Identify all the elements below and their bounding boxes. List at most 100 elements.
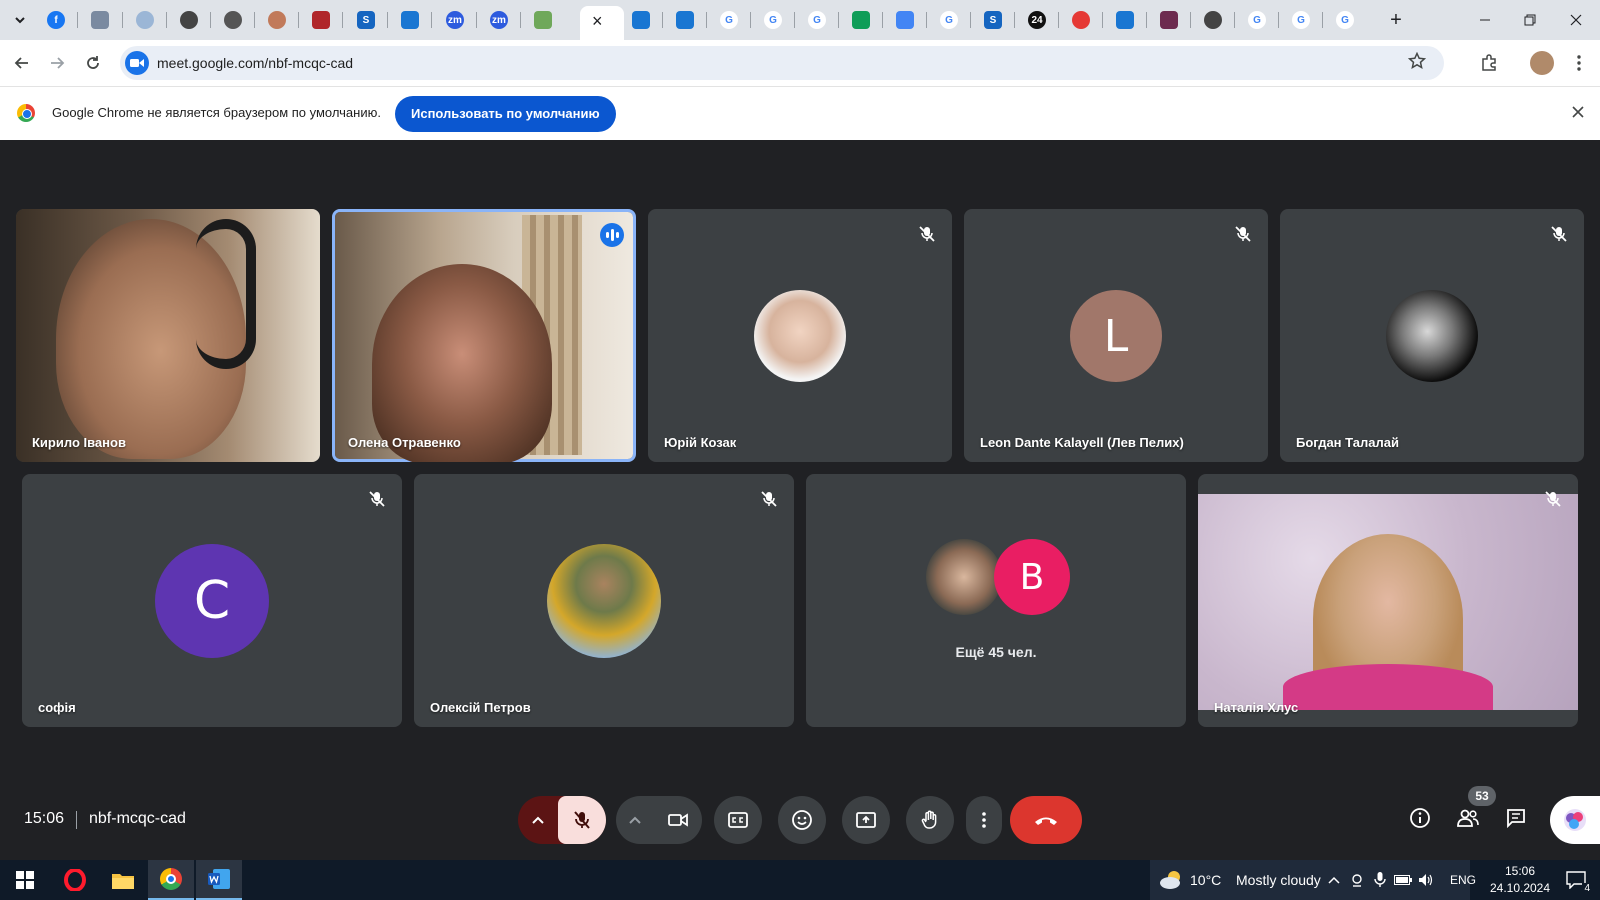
reactions-button[interactable]: [778, 796, 826, 844]
image-tab-icon[interactable]: [534, 11, 552, 29]
google-tab-icon[interactable]: G: [720, 11, 738, 29]
google-tab-icon-7[interactable]: G: [1336, 11, 1354, 29]
video-options-chevron-icon[interactable]: [616, 796, 654, 844]
back-arrow-icon[interactable]: [10, 51, 34, 75]
windows-start-icon[interactable]: [2, 860, 48, 900]
tab-separator: [838, 12, 839, 28]
divider: [76, 811, 77, 829]
file-explorer-icon[interactable]: [100, 860, 146, 900]
openai-tab-icon[interactable]: [180, 11, 198, 29]
microphone-tray-icon[interactable]: [1369, 860, 1391, 900]
chart-tab-icon[interactable]: [852, 11, 870, 29]
active-tab-meet[interactable]: ×: [580, 6, 624, 40]
more-participants-tile[interactable]: B Ещё 45 чел.: [806, 474, 1186, 727]
zoom-tab-icon[interactable]: zm: [446, 11, 464, 29]
doc-tab-icon-2[interactable]: [632, 11, 650, 29]
google-tab-icon-3[interactable]: G: [808, 11, 826, 29]
browser-menu-icon[interactable]: [1567, 51, 1591, 75]
infobar-close-icon[interactable]: [1572, 102, 1584, 123]
red-tab-icon[interactable]: [1072, 11, 1090, 29]
tab-separator: [750, 12, 751, 28]
chat-icon: [1507, 809, 1525, 829]
people-button[interactable]: [1452, 802, 1484, 834]
minimize-icon[interactable]: [1473, 8, 1497, 32]
address-bar[interactable]: meet.google.com/nbf-mcqc-cad: [120, 46, 1444, 80]
doc-tab-icon-4[interactable]: [1116, 11, 1134, 29]
tab-search-chevron-icon[interactable]: [8, 8, 32, 32]
opera-icon[interactable]: [52, 860, 98, 900]
new-tab-button[interactable]: +: [1384, 8, 1408, 32]
google-tab-icon-5[interactable]: G: [1248, 11, 1266, 29]
tab-separator: [1322, 12, 1323, 28]
news24-tab-icon[interactable]: 24: [1028, 11, 1046, 29]
microphone-toggle-button[interactable]: [558, 796, 606, 844]
leave-call-button[interactable]: [1010, 796, 1082, 844]
app-tab-icon[interactable]: [1160, 11, 1178, 29]
emoji-icon: [792, 810, 812, 830]
ai-assistant-button[interactable]: [1550, 796, 1600, 844]
more-options-button[interactable]: [966, 796, 1002, 844]
google-tab-icon-6[interactable]: G: [1292, 11, 1310, 29]
taskbar-clock-date[interactable]: 24.10.2024: [1484, 881, 1556, 895]
hang-up-icon: [1035, 817, 1057, 825]
participant-tile-kyrylo[interactable]: Кирило Іванов: [16, 209, 320, 462]
avatar-tab-icon[interactable]: [268, 11, 286, 29]
raise-hand-button[interactable]: [906, 796, 954, 844]
translate-tab-icon[interactable]: [896, 11, 914, 29]
s-tab-icon-2[interactable]: S: [984, 11, 1002, 29]
participant-tile-sofia[interactable]: С софія: [22, 474, 402, 727]
openai-tab-icon-2[interactable]: [224, 11, 242, 29]
chrome-taskbar-icon[interactable]: [148, 860, 194, 900]
reload-icon[interactable]: [81, 51, 105, 75]
taskbar-clock-time[interactable]: 15:06: [1484, 864, 1556, 878]
extensions-puzzle-icon[interactable]: [1477, 51, 1501, 75]
google-tab-icon-4[interactable]: G: [940, 11, 958, 29]
camera-toggle-button[interactable]: [654, 796, 702, 844]
doc-tab-icon-3[interactable]: [676, 11, 694, 29]
forward-arrow-icon[interactable]: [45, 51, 69, 75]
meeting-details-button[interactable]: [1404, 802, 1436, 834]
participant-tile-natalia[interactable]: Наталія Хлус: [1198, 474, 1578, 727]
mic-off-icon: [1545, 491, 1561, 507]
meet-site-icon[interactable]: [125, 51, 149, 75]
tab-separator: [166, 12, 167, 28]
tab-separator: [1190, 12, 1191, 28]
word-icon[interactable]: [196, 860, 242, 900]
restore-icon[interactable]: [1518, 8, 1542, 32]
participant-name: софія: [38, 700, 76, 715]
url-text[interactable]: meet.google.com/nbf-mcqc-cad: [157, 55, 353, 71]
participant-tile-leon[interactable]: L Leon Dante Kalayell (Лев Пелих): [964, 209, 1268, 462]
participant-tile-oleksii[interactable]: Олексій Петров: [414, 474, 794, 727]
webcam-tray-icon[interactable]: [1346, 860, 1368, 900]
participant-tile-bohdan[interactable]: Богдан Талалай: [1280, 209, 1584, 462]
shield-tab-icon[interactable]: [312, 11, 330, 29]
present-screen-button[interactable]: [842, 796, 890, 844]
chat-button[interactable]: [1500, 802, 1532, 834]
volume-tray-icon[interactable]: [1415, 860, 1437, 900]
notification-count: 4: [1582, 883, 1592, 894]
profile-avatar[interactable]: [1530, 51, 1554, 75]
battery-tray-icon[interactable]: [1392, 860, 1414, 900]
google-tab-icon-2[interactable]: G: [764, 11, 782, 29]
participant-tile-yurii[interactable]: Юрій Козак: [648, 209, 952, 462]
tab-strip: f S zm zm × G G G G S 24 G G G +: [0, 0, 1600, 40]
zoom-tab-icon-2[interactable]: zm: [490, 11, 508, 29]
doc-tab-icon[interactable]: [401, 11, 419, 29]
input-language[interactable]: ENG: [1450, 860, 1476, 900]
audio-options-chevron-icon[interactable]: [518, 796, 558, 844]
bookmark-star-icon[interactable]: [1407, 51, 1427, 75]
globe-tab-icon[interactable]: [1204, 11, 1222, 29]
site-tab-icon[interactable]: [136, 11, 154, 29]
qr-tab-icon[interactable]: [91, 11, 109, 29]
info-icon: [1410, 808, 1430, 828]
tab-close-icon[interactable]: ×: [592, 11, 603, 32]
notifications-icon[interactable]: 4: [1556, 860, 1596, 900]
s-tab-icon[interactable]: S: [357, 11, 375, 29]
tab-separator: [298, 12, 299, 28]
close-window-icon[interactable]: [1564, 8, 1588, 32]
participant-tile-olena[interactable]: Олена Отравенко: [332, 209, 636, 462]
tray-chevron-icon[interactable]: [1322, 860, 1346, 900]
facebook-tab-icon[interactable]: f: [47, 11, 65, 29]
set-default-button[interactable]: Использовать по умолчанию: [395, 96, 616, 132]
captions-button[interactable]: [714, 796, 762, 844]
